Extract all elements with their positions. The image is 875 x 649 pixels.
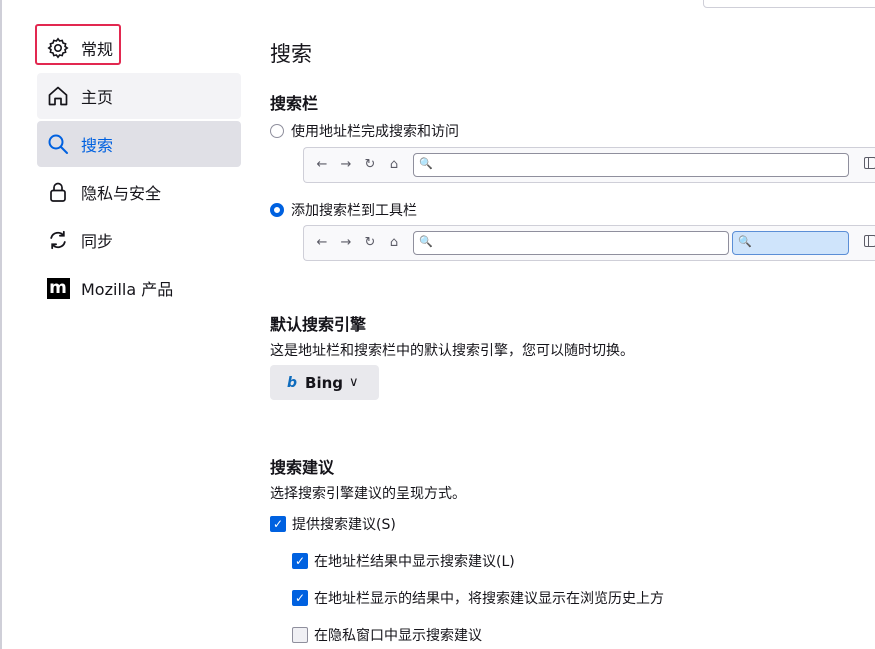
find-in-settings-input[interactable] <box>703 0 875 8</box>
checkbox[interactable]: ✓ <box>292 590 308 606</box>
preview-nav-buttons: ← → ↻ ⌂ <box>314 234 402 252</box>
radio-label: 添加搜索栏到工具栏 <box>291 203 417 219</box>
radio-use-urlbar[interactable]: 使用地址栏完成搜索和访问 <box>270 121 459 141</box>
sidebar-item-search[interactable]: 搜索 <box>37 121 241 167</box>
checkbox-provide-suggestions[interactable]: ✓ 提供搜索建议(S) <box>270 514 396 534</box>
checkbox-label: 在隐私窗口中显示搜索建议 <box>314 628 482 644</box>
checkbox-show-in-results[interactable]: ✓ 在地址栏结果中显示搜索建议(L) <box>292 551 515 571</box>
engine-name: Bing <box>305 373 344 392</box>
checkbox[interactable]: ✓ <box>292 553 308 569</box>
back-icon: ← <box>316 235 328 250</box>
mozilla-logo-icon-wrap: m <box>46 276 70 300</box>
search-icon <box>46 132 70 156</box>
sidebar-item-sync[interactable]: 同步 <box>37 217 241 263</box>
sidebar-toggle-icon <box>864 235 875 247</box>
preview-searchbar: 🔍 <box>732 231 849 255</box>
chevron-down-icon: ∨ <box>349 375 359 390</box>
reload-icon: ↻ <box>364 157 376 172</box>
suggestions-heading: 搜索建议 <box>270 458 335 477</box>
bing-icon: b <box>287 374 298 391</box>
search-bar-heading: 搜索栏 <box>270 94 319 113</box>
checkbox-suggestions-ahead-of-history[interactable]: ✓ 在地址栏显示的结果中，将搜索建议显示在浏览历史上方 <box>292 588 664 608</box>
mozilla-logo-icon: m <box>46 277 70 299</box>
radio-button[interactable] <box>270 124 284 138</box>
magnifier-icon: 🔍 <box>419 157 433 170</box>
default-engine-description: 这是地址栏和搜索栏中的默认搜索引擎，您可以随时切换。 <box>270 343 634 359</box>
sidebar-item-label: 搜索 <box>81 136 114 155</box>
sidebar-item-label: 隐私与安全 <box>81 184 162 203</box>
forward-icon: → <box>340 235 352 250</box>
annotation-highlight-box <box>35 24 121 65</box>
searchbar-preview: ← → ↻ ⌂ 🔍 🔍 <box>303 225 875 261</box>
checkbox[interactable] <box>292 627 308 643</box>
window-left-border <box>0 0 2 649</box>
checkbox-label: 在地址栏显示的结果中，将搜索建议显示在浏览历史上方 <box>314 591 664 607</box>
sidebar-item-mozilla-products[interactable]: m Mozilla 产品 <box>37 265 241 311</box>
home-icon: ⌂ <box>389 157 399 172</box>
page-title: 搜索 <box>270 42 312 66</box>
radio-label: 使用地址栏完成搜索和访问 <box>291 124 459 140</box>
checkbox-label: 提供搜索建议(S) <box>292 517 396 533</box>
preview-urlbar: 🔍 <box>413 153 849 177</box>
checkbox[interactable]: ✓ <box>270 516 286 532</box>
suggestions-description: 选择搜索引擎建议的呈现方式。 <box>270 486 466 502</box>
magnifier-icon: 🔍 <box>738 235 752 248</box>
forward-icon: → <box>340 157 352 172</box>
sidebar-item-label: 主页 <box>81 88 114 107</box>
sidebar-item-home[interactable]: 主页 <box>37 73 241 119</box>
home-icon <box>46 84 70 108</box>
checkbox-label: 在地址栏结果中显示搜索建议(L) <box>314 554 515 570</box>
preview-urlbar: 🔍 <box>413 231 729 255</box>
sidebar-item-label: Mozilla 产品 <box>81 280 174 299</box>
default-engine-heading: 默认搜索引擎 <box>270 315 367 334</box>
home-icon: ⌂ <box>389 235 399 250</box>
reload-icon: ↻ <box>364 235 376 250</box>
radio-button[interactable] <box>270 203 284 217</box>
sync-icon <box>46 228 70 252</box>
sidebar-toggle-icon <box>864 157 875 169</box>
sidebar-item-label: 同步 <box>81 232 114 251</box>
preview-nav-buttons: ← → ↻ ⌂ <box>314 156 402 174</box>
urlbar-only-preview: ← → ↻ ⌂ 🔍 <box>303 147 875 183</box>
default-engine-dropdown[interactable]: b Bing ∨ <box>270 365 379 400</box>
checkbox-private-windows[interactable]: 在隐私窗口中显示搜索建议 <box>292 625 482 645</box>
magnifier-icon: 🔍 <box>419 235 433 248</box>
sidebar-item-privacy[interactable]: 隐私与安全 <box>37 169 241 215</box>
radio-add-toolbar-searchbar[interactable]: 添加搜索栏到工具栏 <box>270 200 417 220</box>
back-icon: ← <box>316 157 328 172</box>
lock-icon <box>46 180 70 204</box>
